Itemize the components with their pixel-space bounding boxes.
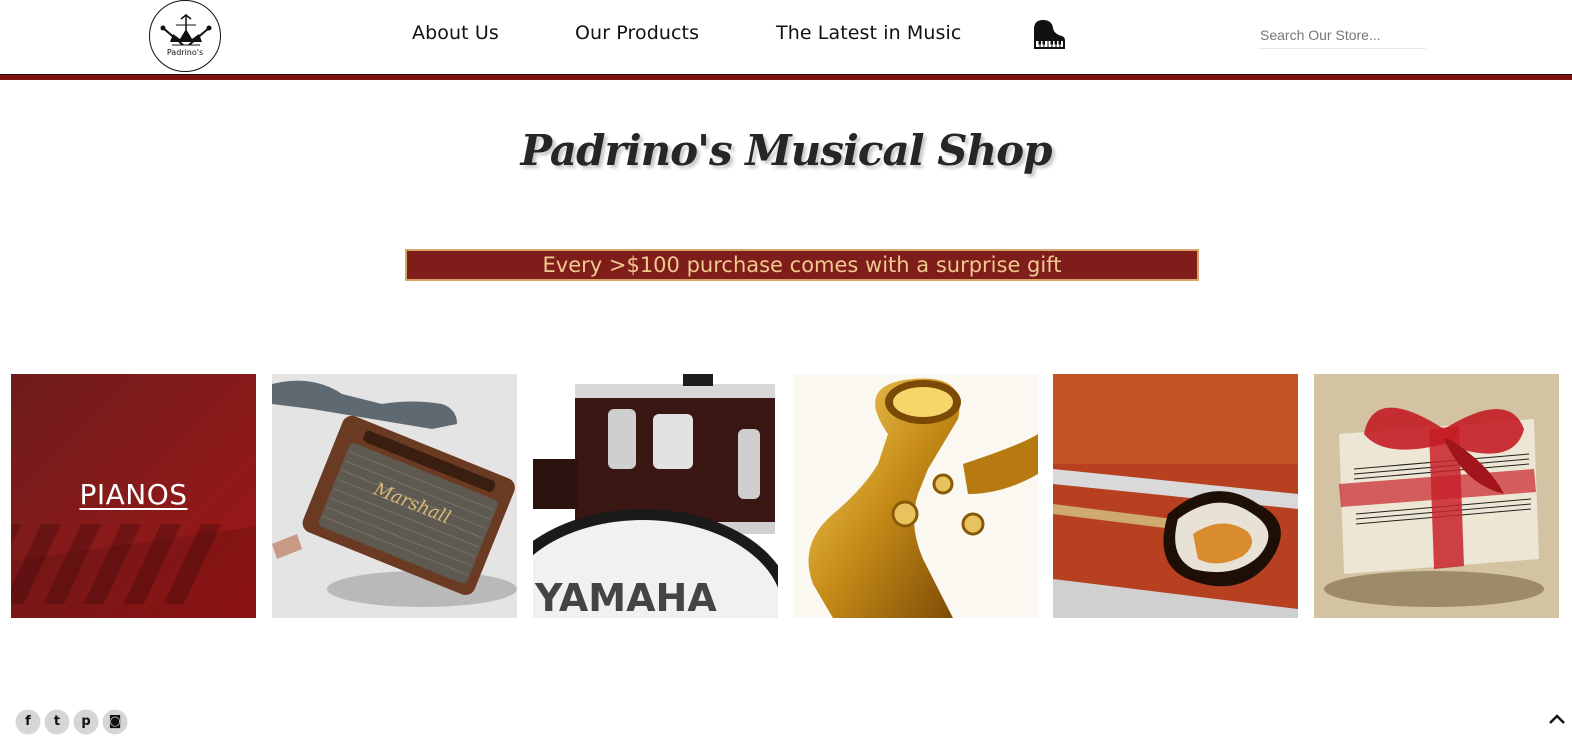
instagram-icon[interactable]: ◙: [103, 710, 127, 734]
site-header: Padrino's About Us Our Products The Late…: [0, 0, 1572, 74]
category-tile-drums[interactable]: YAMAHA: [533, 374, 778, 618]
svg-text:YAMAHA: YAMAHA: [534, 576, 717, 618]
yamaha-drums-image: YAMAHA: [533, 374, 778, 618]
electric-guitar-in-case-image: [1053, 374, 1298, 618]
nav-about-us[interactable]: About Us: [412, 22, 499, 44]
marshall-speaker-image: Marshall: [272, 374, 517, 618]
facebook-icon[interactable]: f: [16, 710, 40, 734]
tile-label-pianos[interactable]: PIANOS: [11, 478, 256, 511]
shop-logo[interactable]: Padrino's: [149, 0, 221, 72]
chevron-up-icon[interactable]: [1546, 708, 1568, 730]
category-tile-pianos[interactable]: PIANOS: [11, 374, 256, 618]
category-tile-gifts[interactable]: [1314, 374, 1559, 618]
twitter-icon[interactable]: t: [45, 710, 69, 734]
category-tile-speakers[interactable]: Marshall: [272, 374, 517, 618]
grand-piano-icon[interactable]: [1031, 17, 1067, 53]
logo-text: Padrino's: [166, 48, 204, 57]
saxophone-image: [793, 374, 1038, 618]
nav-our-products[interactable]: Our Products: [575, 22, 699, 44]
gift-box-image: [1314, 374, 1559, 618]
nav-latest-in-music[interactable]: The Latest in Music: [776, 22, 961, 44]
header-divider: [0, 74, 1572, 80]
crown-instruments-icon: [160, 14, 212, 46]
category-tile-brass[interactable]: [793, 374, 1038, 618]
pinterest-icon[interactable]: p: [74, 710, 98, 734]
category-tile-guitars[interactable]: [1053, 374, 1298, 618]
promo-banner: Every >$100 purchase comes with a surpri…: [405, 249, 1199, 281]
page-title: Padrino's Musical Shop: [520, 126, 1052, 175]
search-input[interactable]: [1258, 22, 1426, 49]
